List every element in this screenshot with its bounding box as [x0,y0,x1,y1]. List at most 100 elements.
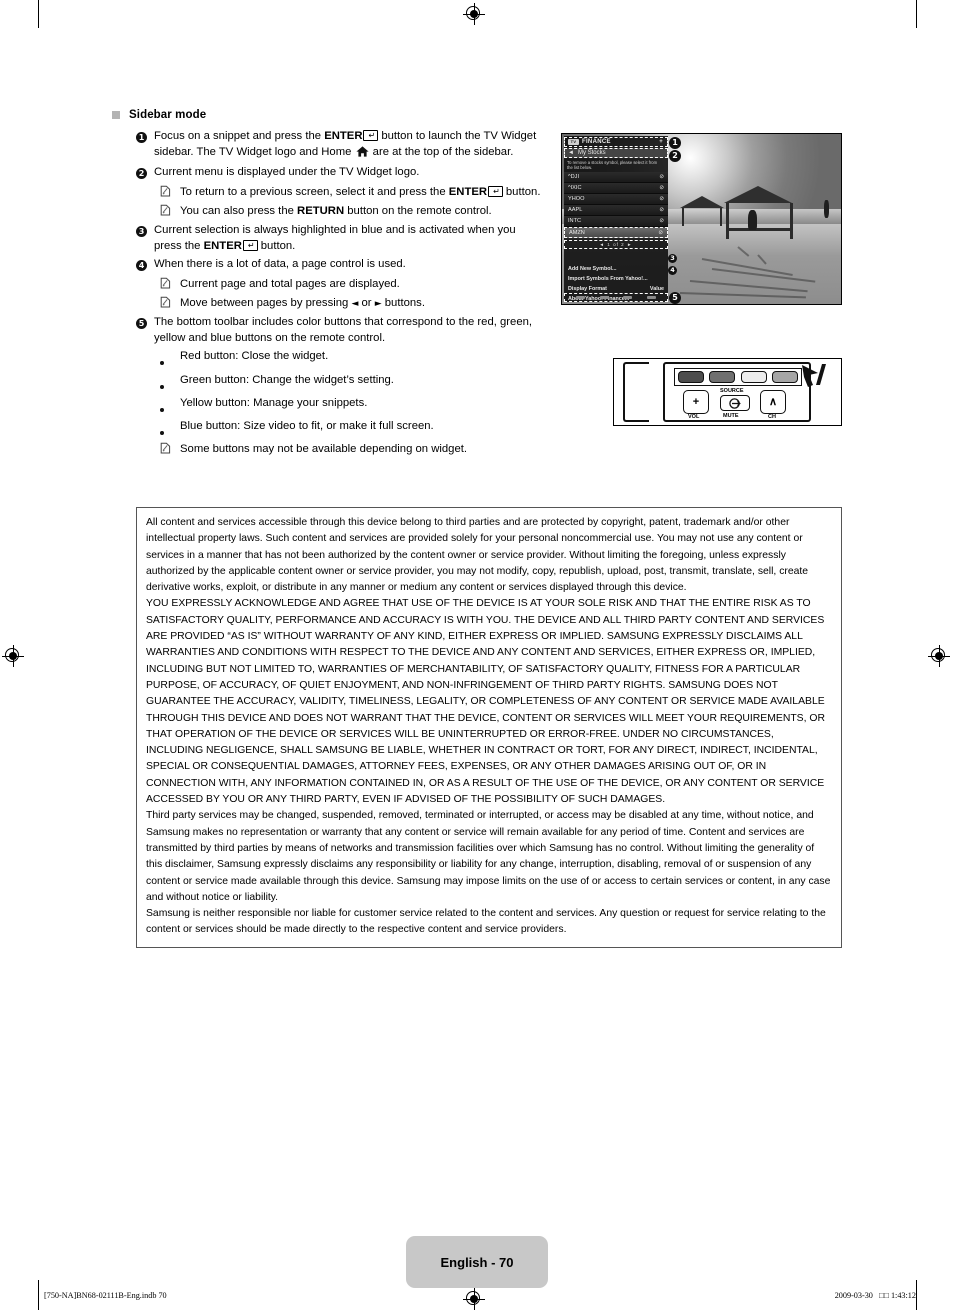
step-3: 3 Current selection is always highlighte… [136,222,541,254]
person-standing [824,200,829,218]
tv-widget-screenshot: TV FINANCE + ◄ My Stocks To remove a sto… [561,133,842,305]
square-bullet-icon [112,111,120,119]
page-number-label: English - 70 [440,1254,514,1270]
registration-mark-top [463,3,485,25]
registration-mark-left [2,645,24,667]
step-2-note-2-text: You can also press the RETURN button on … [180,203,541,219]
back-arrow-icon[interactable]: ◄ [568,150,574,156]
step-5-bullet-blue-text: Blue button: Size video to fit, or make … [180,420,434,433]
footer-timestamp: 2009-03-30 □□ 1:43:12 [834,1291,916,1300]
sidebar-current-menu[interactable]: ◄ My Stocks [564,148,668,158]
step-1-text-c: are at the top of the sidebar. [369,146,514,159]
remove-icon[interactable]: ⊘ [659,185,664,191]
toolbar-blue-button[interactable] [646,295,656,300]
add-icon[interactable]: + [659,139,663,145]
source-icon [728,397,741,409]
crop-mark-bottom-right [916,1280,917,1310]
source-button[interactable] [720,395,750,411]
yellow-button[interactable] [740,371,767,383]
list-item[interactable]: INTC ⊘ [564,216,668,227]
channel-up-button[interactable]: ∧ [760,390,786,414]
hut-post-main-1 [726,203,729,239]
step-5-note-1-text: Some buttons may not be available depend… [180,443,468,456]
right-arrow-icon: ► [374,298,382,309]
crop-mark-bottom-left [38,1280,39,1310]
sidebar-menu-label: My Stocks [577,150,606,156]
page-number-badge: English - 70 [406,1236,548,1288]
mute-label: MUTE [723,413,739,419]
note-pencil-icon [160,204,180,221]
hut-roof-far [680,196,724,208]
toolbar-yellow-button[interactable] [623,295,633,300]
stock-symbol: ^IXIC [568,185,582,191]
note-text-b: buttons. [381,296,425,309]
step-5-bullet-red: Red button: Close the widget. [160,348,541,370]
step-5-text: The bottom toolbar includes color button… [154,316,533,345]
legal-disclaimer-box: All content and services accessible thro… [136,507,842,948]
toolbar-red-button[interactable] [576,295,586,300]
footer-file-reference: [750-NA]BN68-02111B-Eng.indb 70 [44,1291,167,1300]
step-4-number: 4 [136,257,154,273]
tv-widget-sidebar: TV FINANCE + ◄ My Stocks To remove a sto… [564,136,668,302]
note-pencil-icon [160,185,180,202]
option-import-symbols[interactable]: Import Symbols From Yahoo!... [564,274,668,284]
list-item[interactable]: ^IXIC ⊘ [564,183,668,194]
volume-label: VOL [688,414,700,420]
enter-key-icon: ↵ [363,130,379,141]
volume-up-button[interactable]: + [683,390,709,414]
note-text-b: button. [502,185,541,198]
channel-label: CH [768,414,776,420]
step-2-note-1-text: To return to a previous screen, select i… [180,184,541,200]
remove-icon[interactable]: ⊘ [659,196,664,202]
stock-symbol-list: ^DJI ⊘ ^IXIC ⊘ YHOO ⊘ AAPL ⊘ INTC ⊘ AMZN… [564,172,668,238]
step-2: 2 Current menu is displayed under the TV… [136,164,541,181]
step-4-note-2: Move between pages by pressing ◄ or ► bu… [160,295,541,313]
hut-bench-main [728,228,792,231]
step-5-bullet-green-text: Green button: Change the widget’s settin… [180,373,394,386]
step-2-number: 2 [136,165,154,181]
remove-icon[interactable]: ⊘ [658,230,663,236]
sidebar-title-bar[interactable]: TV FINANCE + [564,137,668,147]
red-button[interactable] [678,371,704,383]
pointer-arrow-icon [801,363,833,391]
step-2-text: Current menu is displayed under the TV W… [154,166,420,179]
step-2-note-2: You can also press the RETURN button on … [160,203,541,221]
note-pencil-icon [160,296,180,313]
stock-symbol: YHOO [568,196,585,202]
list-item[interactable]: ^DJI ⊘ [564,172,668,183]
step-1: 1 Focus on a snippet and press the ENTER… [136,128,541,162]
hut-roof-main [724,186,792,203]
step-5-bullet-blue: Blue button: Size video to fit, or make … [160,418,541,440]
list-item[interactable]: YHOO ⊘ [564,194,668,205]
source-label: SOURCE [720,388,744,394]
option-label: Import Symbols From Yahoo!... [568,276,648,282]
step-3-text: Current selection is always highlighted … [154,222,541,254]
step-4-note-2-text: Move between pages by pressing ◄ or ► bu… [180,295,541,312]
toolbar-green-button[interactable] [599,295,609,300]
round-bullet-icon [160,378,180,394]
step-1-text: Focus on a snippet and press the ENTER ↵ … [154,128,541,162]
page-control[interactable]: ◄ 1 of 2 ► [564,240,668,249]
step-4: 4 When there is a lot of data, a page co… [136,256,541,273]
list-item-selected[interactable]: AMZN ⊘ [564,227,668,238]
green-button[interactable] [709,371,736,383]
note-text-mid: or [358,296,375,309]
step-1-number: 1 [136,129,154,145]
enter-key-icon: ↵ [242,240,258,252]
blue-button[interactable] [771,371,798,383]
list-item[interactable]: AAPL ⊘ [564,205,668,216]
note-text-a: You can also press the [180,204,298,217]
legal-paragraph-1: All content and services accessible thro… [146,517,809,594]
callout-1: 1 [669,137,681,149]
callout-2: 2 [669,150,681,162]
legal-paragraph-3: Third party services may be changed, sus… [146,810,831,903]
remove-icon[interactable]: ⊘ [659,207,664,213]
remove-icon[interactable]: ⊘ [659,218,664,224]
callout-5: 5 [669,292,681,304]
remote-control-figure: + VOL SOURCE MUTE ∧ CH [613,358,842,426]
sidebar-color-toolbar [564,293,668,302]
option-label: Add New Symbol... [568,266,617,272]
option-add-new-symbol[interactable]: Add New Symbol... [564,264,668,274]
remove-icon[interactable]: ⊘ [659,174,664,180]
person-seated [748,210,757,230]
